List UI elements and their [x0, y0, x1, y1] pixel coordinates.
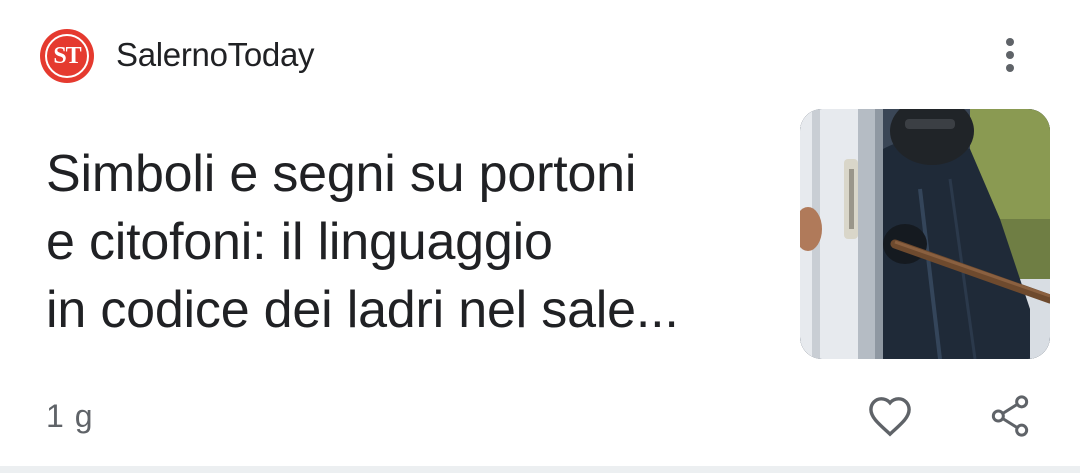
headline-line: e citofoni: il linguaggio [46, 213, 553, 271]
article-headline[interactable]: Simboli e segni su portoni e citofoni: i… [46, 140, 786, 344]
headline-line: in codice dei ladri nel sale... [46, 281, 679, 339]
source-logo: ST [40, 29, 94, 83]
article-thumbnail[interactable] [800, 109, 1050, 359]
share-button[interactable] [984, 390, 1036, 442]
heart-outline-icon [869, 397, 911, 437]
more-vert-icon [1006, 38, 1014, 46]
card-divider [0, 466, 1080, 473]
burglar-photo [800, 109, 1050, 359]
publish-time: 1 g [46, 398, 94, 434]
share-icon [991, 395, 1029, 437]
news-card[interactable]: ST SalernoToday Simboli e segni su porto… [0, 0, 1080, 466]
source-name[interactable]: SalernoToday [116, 33, 315, 77]
headline-line: Simboli e segni su portoni [46, 145, 637, 203]
like-button[interactable] [864, 390, 916, 442]
more-options-button[interactable] [990, 30, 1030, 80]
source-logo-text: ST [45, 34, 89, 78]
